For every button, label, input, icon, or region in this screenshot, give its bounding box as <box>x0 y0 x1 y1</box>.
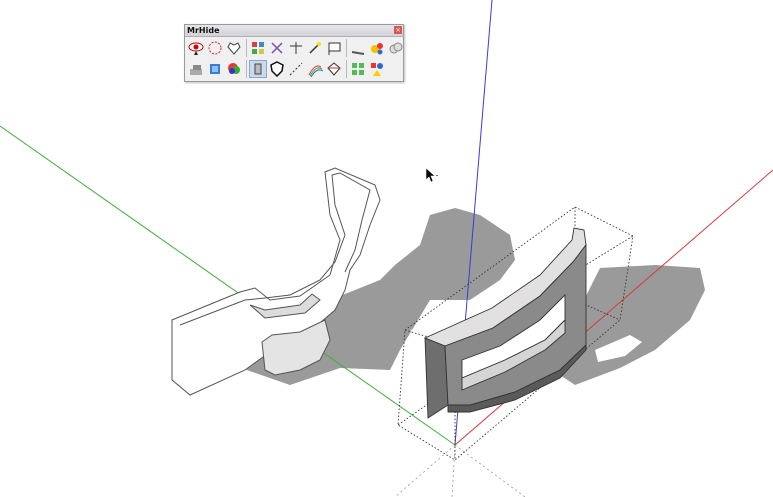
cloud-icon[interactable] <box>387 39 405 57</box>
cylinder-icon[interactable] <box>249 60 267 78</box>
green-grid-icon[interactable] <box>349 60 367 78</box>
arrow-cursor-icon <box>425 167 438 183</box>
toolbar-separator <box>246 60 247 78</box>
toolbar-separator <box>246 39 247 57</box>
eye-icon[interactable] <box>187 39 205 57</box>
dashed-lines-icon[interactable] <box>287 60 305 78</box>
toolbar-separator <box>346 60 347 78</box>
grid-select-icon[interactable] <box>249 39 267 57</box>
blue-axis-hidden <box>451 444 456 497</box>
toolbar-titlebar[interactable]: MrHide × <box>185 25 403 37</box>
dashed-circle-icon[interactable] <box>206 39 224 57</box>
color-wheel-icon[interactable] <box>225 60 243 78</box>
red-axis-hidden <box>394 444 456 497</box>
layers-icon[interactable] <box>187 60 205 78</box>
heart-outline-icon[interactable] <box>225 39 243 57</box>
gem-icon[interactable] <box>325 60 343 78</box>
magnet-arrows-icon[interactable] <box>268 39 286 57</box>
toolbar-row-2 <box>187 59 387 79</box>
wand-icon[interactable] <box>306 39 324 57</box>
blue-box-icon[interactable] <box>206 60 224 78</box>
spheres-icon[interactable] <box>368 39 386 57</box>
ruler-icon[interactable] <box>349 39 367 57</box>
mrhide-toolbar[interactable]: MrHide × <box>184 24 404 82</box>
text-label-icon[interactable] <box>325 39 343 57</box>
rainbow-icon[interactable] <box>306 60 324 78</box>
toolbar-separator <box>346 39 347 57</box>
close-icon[interactable]: × <box>394 26 402 34</box>
cross-arrow-icon[interactable] <box>287 39 305 57</box>
green-axis-hidden <box>454 444 526 497</box>
toolbar-title: MrHide <box>187 26 220 35</box>
shield-icon[interactable] <box>268 60 286 78</box>
toolbar-row-1 <box>187 38 406 58</box>
shapes-icon[interactable] <box>368 60 386 78</box>
